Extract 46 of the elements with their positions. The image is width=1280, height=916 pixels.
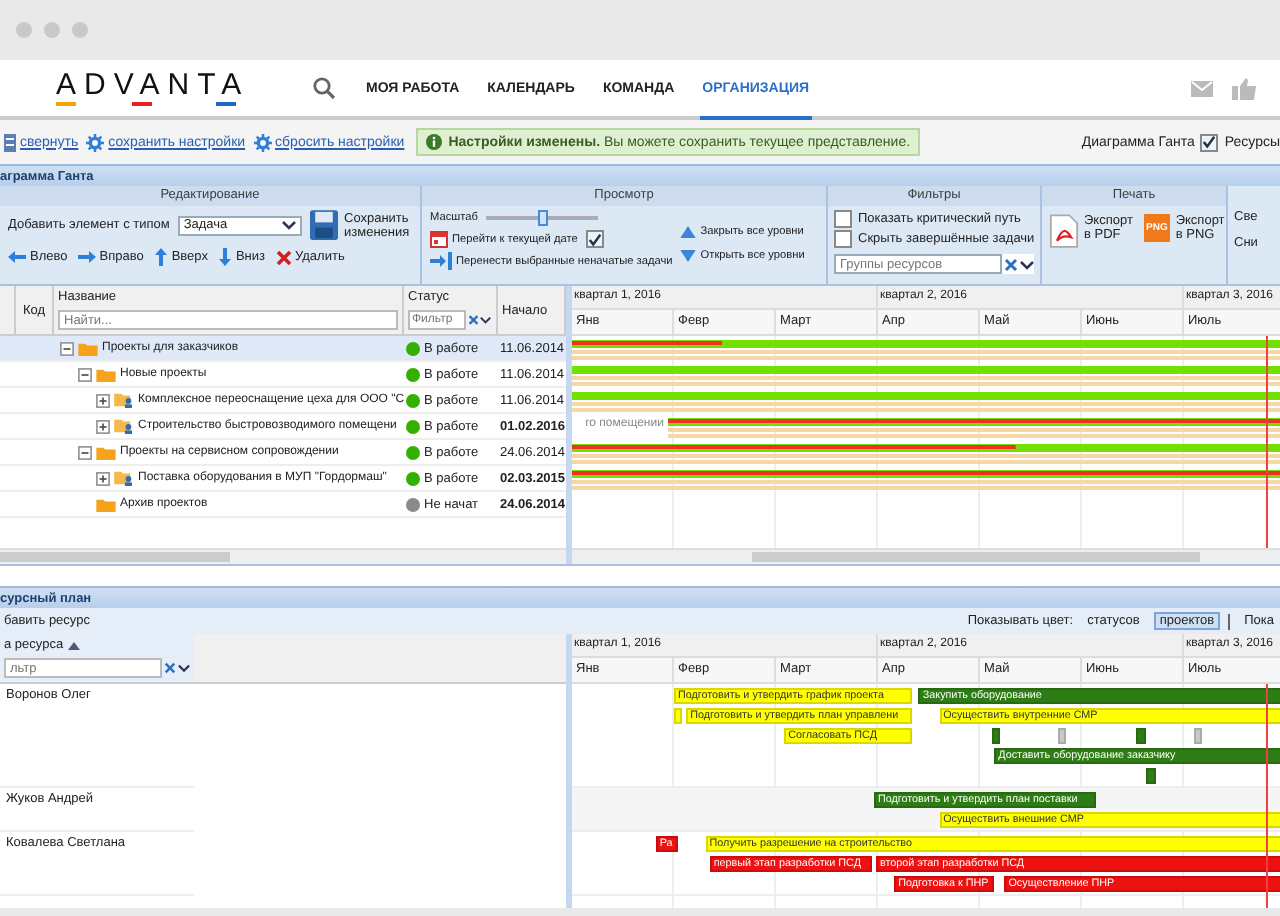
clear-icon[interactable] xyxy=(164,662,176,674)
task-bar[interactable] xyxy=(572,338,1280,362)
expand-toggle-icon[interactable] xyxy=(96,419,110,433)
thumbs-up-icon[interactable] xyxy=(1232,77,1256,99)
filter-checkbox[interactable] xyxy=(834,210,852,228)
clear-icon[interactable] xyxy=(1004,257,1018,271)
folder-person-icon xyxy=(114,470,134,486)
horizontal-scrollbar[interactable] xyxy=(572,548,1280,564)
gear-icon xyxy=(253,133,272,151)
arrow-up-icon xyxy=(153,248,168,266)
folder-person-icon xyxy=(114,392,134,408)
horizontal-scrollbar[interactable] xyxy=(0,548,566,564)
delete-icon xyxy=(275,249,292,265)
resource-bar[interactable] xyxy=(992,728,1001,744)
sort-up-icon xyxy=(67,641,80,649)
window-dot-icon xyxy=(16,22,32,38)
logo[interactable]: ADVANTA xyxy=(56,69,250,99)
slider-thumb[interactable] xyxy=(537,210,548,226)
clear-icon[interactable] xyxy=(467,314,479,326)
filter-checkbox[interactable] xyxy=(834,230,852,248)
arrow-right-icon xyxy=(77,250,96,264)
task-bar[interactable] xyxy=(572,442,1280,466)
arrow-down-icon xyxy=(217,248,232,266)
expand-toggle-icon[interactable] xyxy=(96,393,110,407)
info-icon xyxy=(426,134,443,150)
window-dot-icon xyxy=(44,22,60,38)
folder-person-icon xyxy=(114,418,134,434)
triangle-down-icon xyxy=(680,250,697,262)
pdf-file-icon xyxy=(1050,214,1078,248)
arrow-left-icon xyxy=(8,250,26,264)
expand-toggle-icon[interactable] xyxy=(96,471,110,485)
task-bar[interactable] xyxy=(572,468,1280,492)
scale-slider[interactable] xyxy=(485,210,598,226)
view-toggle-checkbox[interactable] xyxy=(1200,133,1219,151)
triangle-up-icon xyxy=(680,226,697,238)
collapse-toggle-icon[interactable] xyxy=(78,445,92,459)
collapse-toggle-icon[interactable] xyxy=(78,367,92,381)
gear-icon xyxy=(86,133,105,151)
today-checkbox[interactable] xyxy=(585,230,604,248)
search-icon[interactable] xyxy=(312,76,336,100)
collapse-toggle-icon[interactable] xyxy=(60,341,74,355)
calendar-icon xyxy=(430,230,448,248)
folder-icon xyxy=(96,445,116,459)
window-dot-icon xyxy=(72,22,88,38)
arrow-to-bar-icon xyxy=(430,252,452,270)
folder-icon xyxy=(96,497,116,511)
